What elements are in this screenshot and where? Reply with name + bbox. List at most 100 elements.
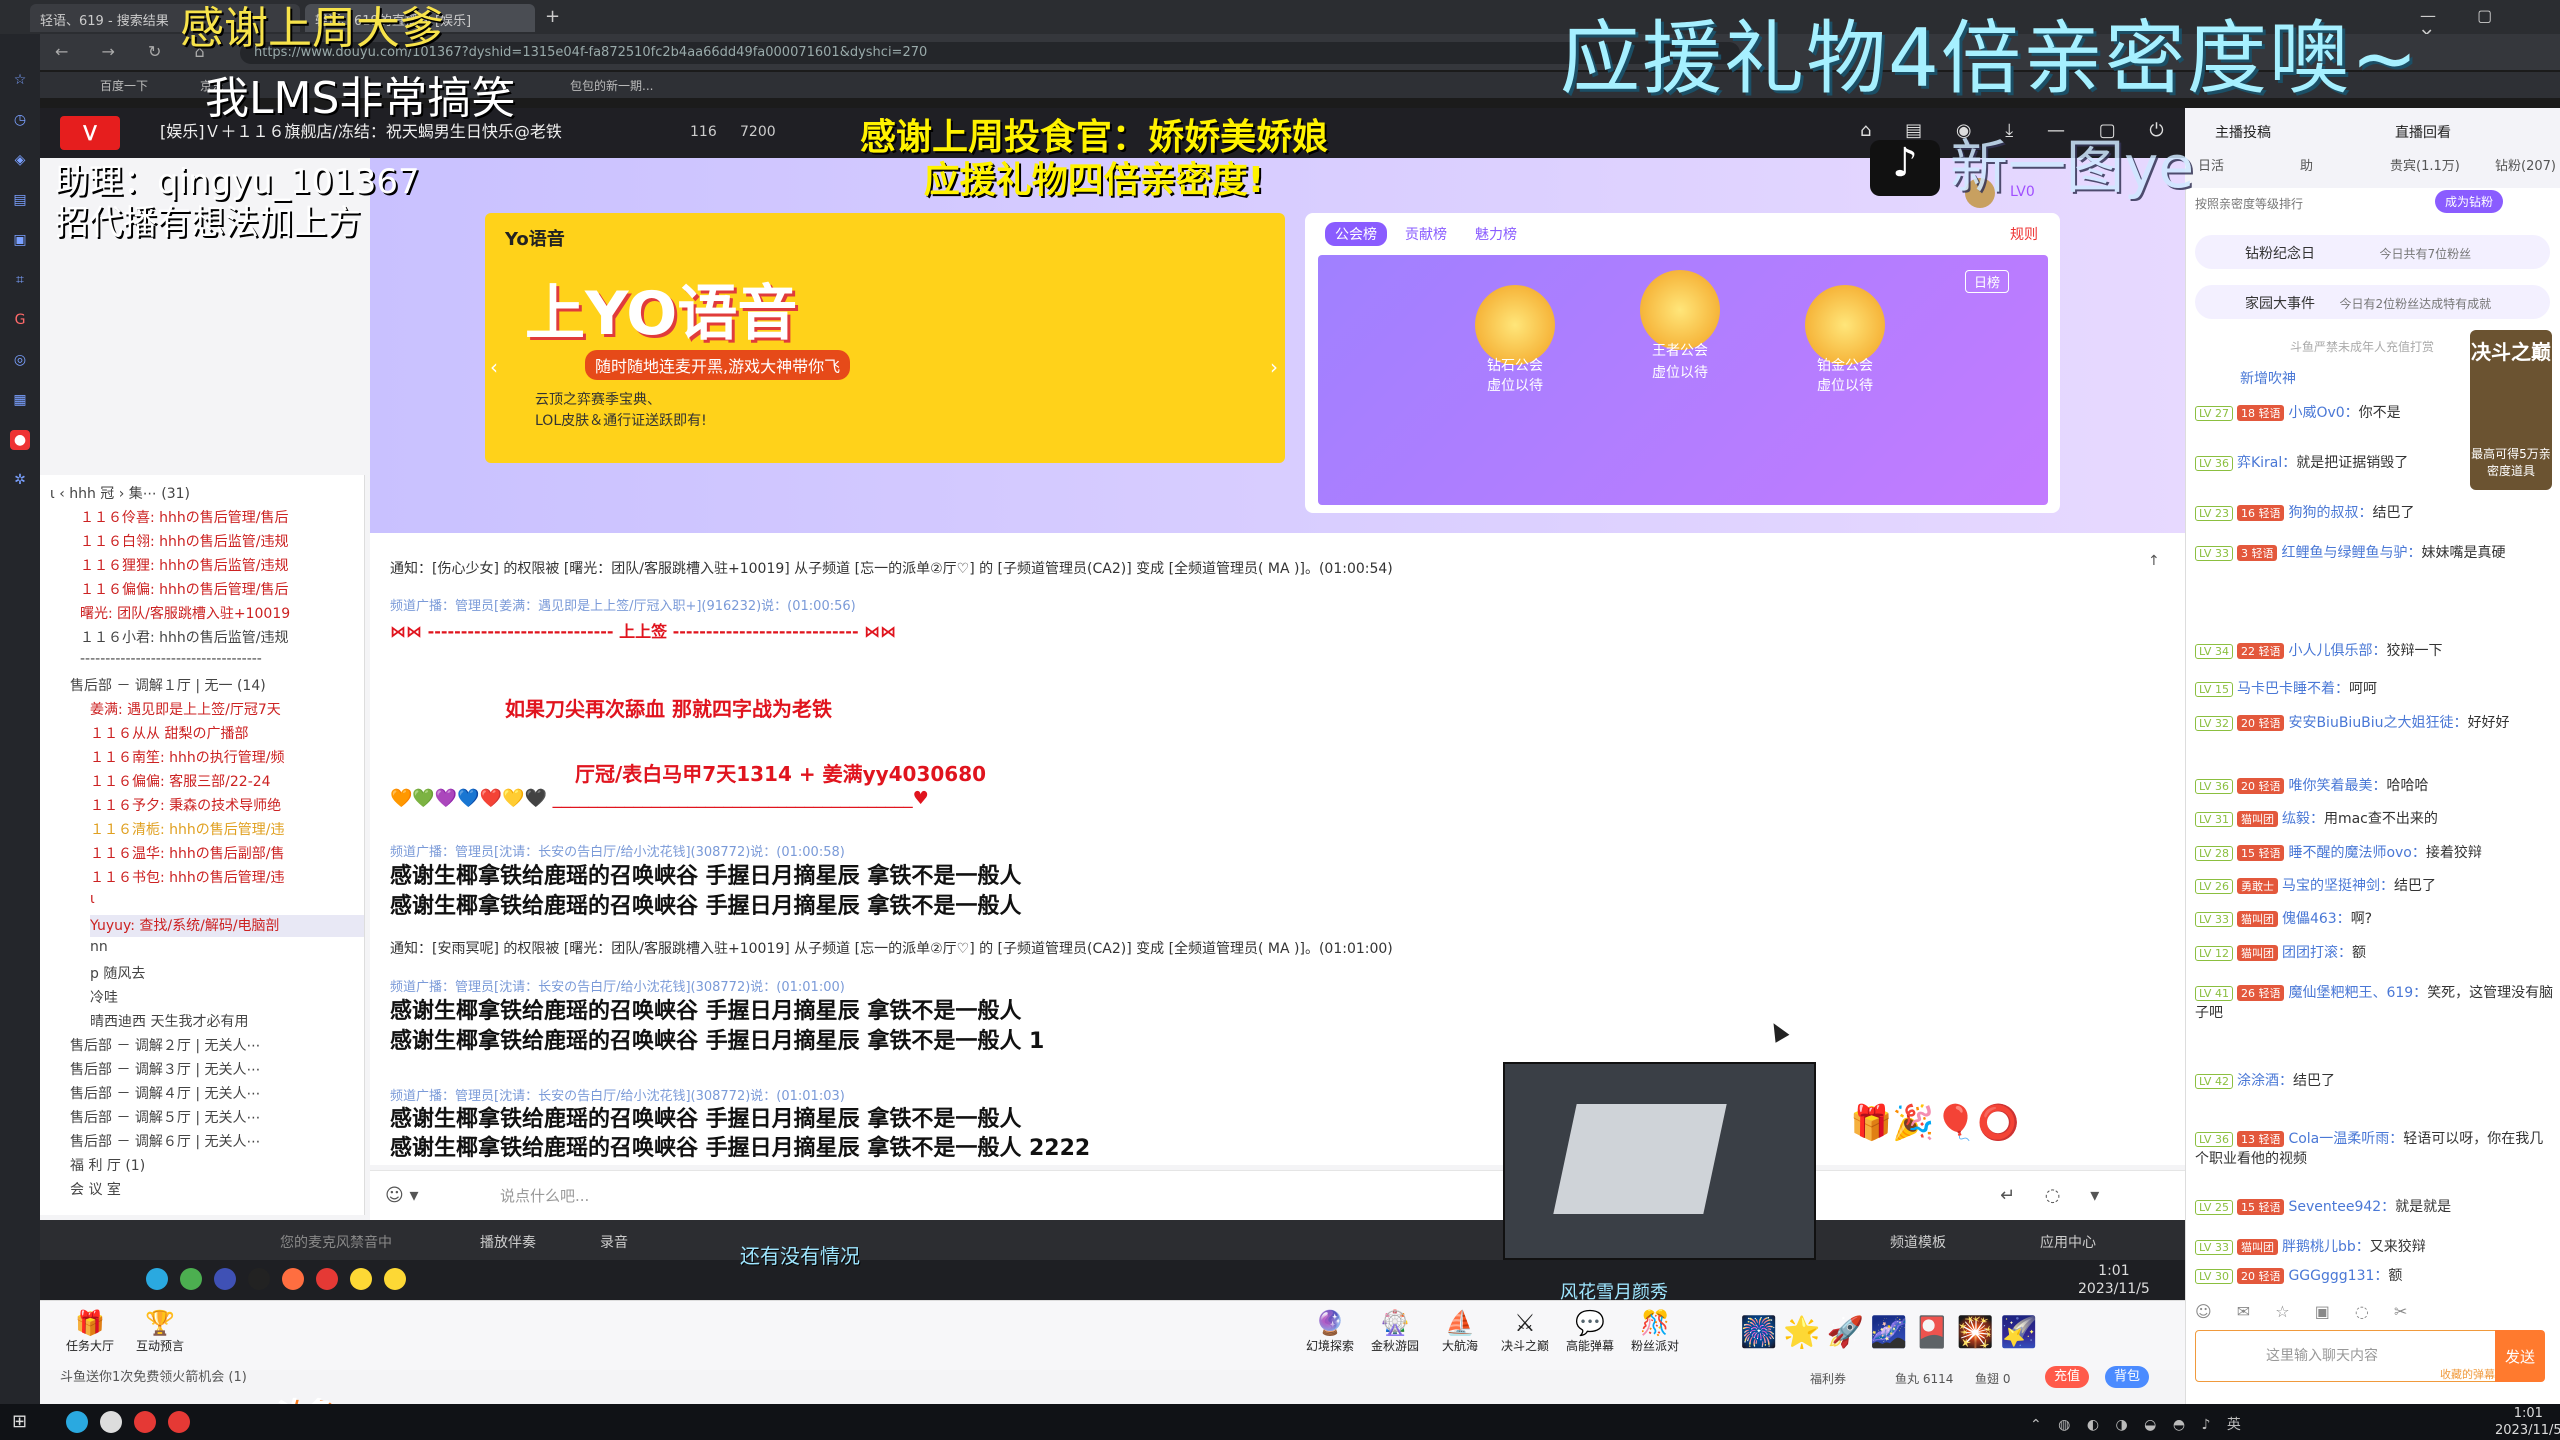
list-item[interactable]: LV 34 22 轻语 小人儿俱乐部：狡辩一下 <box>2195 640 2555 660</box>
list-item[interactable]: １１６伶喜: hhhの售后管理/售后 <box>80 507 364 529</box>
send-button[interactable]: 发送 <box>2495 1330 2545 1382</box>
bag-icon[interactable]: ◈ <box>10 150 30 170</box>
grid-icon[interactable]: ▦ <box>10 390 30 410</box>
list-item[interactable]: LV 12 猫叫团 团团打滚：额 <box>2195 942 2555 962</box>
list-item[interactable]: 曙光: 团队/客服跳槽入驻+10019 <box>80 603 364 625</box>
gift-item[interactable]: ⛵ 大航海 <box>1430 1309 1490 1354</box>
new-tab-icon[interactable]: + <box>545 6 560 27</box>
list-item[interactable]: １１６偏偏: hhhの售后管理/售后 <box>80 579 364 601</box>
saved-danmaku-link[interactable]: 收藏的弹幕 <box>2440 1366 2495 1382</box>
list-item[interactable]: １１６书包: hhhの售后管理/违 <box>90 867 364 889</box>
gift-item[interactable]: 🎊 粉丝派对 <box>1625 1309 1685 1354</box>
list-item[interactable]: 售后部 － 调解１厅 | 无一 (14) <box>70 675 364 697</box>
list-item[interactable]: 售后部 － 调解３厅 | 无关人⋯ <box>70 1059 364 1081</box>
tab-guild-rank[interactable]: 公会榜 <box>1325 222 1387 246</box>
list-item[interactable]: LV 41 26 轻语 魔仙堡粑粑王、619：笑死，这管理没有脑子吧 <box>2195 982 2555 1022</box>
url-field[interactable]: https://www.douyu.com/101367?dyshid=1315… <box>240 42 1740 64</box>
tab-charm-rank[interactable]: 魅力榜 <box>1465 222 1527 246</box>
star-icon[interactable]: ☆ <box>10 70 30 90</box>
welfare-link[interactable]: 福利券 <box>1810 1370 1846 1387</box>
composer-tools-icon[interactable]: ↵ ◌ ▾ <box>2000 1185 2111 1206</box>
list-item[interactable]: LV 36 20 轻语 唯你笑着最美：哈哈哈 <box>2195 775 2555 795</box>
list-item[interactable]: 新增吹神 <box>2240 368 2560 388</box>
chat-tools-icon[interactable]: ☺ ✉ ☆ ▣ ◌ ✂ <box>2195 1302 2417 1321</box>
charge-button[interactable]: 充值 <box>2045 1366 2089 1388</box>
list-item[interactable]: １１６狸狸: hhhの售后监管/违规 <box>80 555 364 577</box>
gift-item[interactable]: 🎡 金秋游园 <box>1365 1309 1425 1354</box>
book-icon[interactable]: ▣ <box>10 230 30 250</box>
taskbar-apps-icon[interactable] <box>140 1268 412 1294</box>
list-item[interactable]: 售后部 － 调解２厅 | 无关人⋯ <box>70 1035 364 1057</box>
tab-daily[interactable]: 日活 <box>2198 155 2224 174</box>
app-center-button[interactable]: 应用中心 <box>2040 1232 2096 1252</box>
chat-input[interactable]: 说点什么吧... <box>500 1185 589 1206</box>
emoji-icon[interactable]: ☺ ▾ <box>385 1185 419 1206</box>
rules-link[interactable]: 规则 <box>2010 224 2038 244</box>
list-header[interactable]: ι ‹ hhh 冠 › 集⋯ (31) <box>50 483 360 505</box>
list-item[interactable]: LV 33 猫叫团 胖鹅桃儿bb：又来狡辩 <box>2195 1236 2555 1256</box>
gift-item[interactable]: 💬 高能弹幕 <box>1560 1309 1620 1354</box>
list-item[interactable]: ι <box>90 891 364 913</box>
list-item[interactable]: １１６小君: hhhの售后监管/违规 <box>80 627 364 649</box>
floating-gift-icons[interactable]: 🎁🎉🎈⭕ <box>1850 1103 2170 1163</box>
list-item[interactable]: 姜满: 遇见即是上上签/厅冠7天 <box>90 699 364 721</box>
interact-button[interactable]: 🏆 互动预言 <box>130 1309 190 1354</box>
tab-vip[interactable]: 贵宾(1.1万) <box>2390 155 2460 174</box>
carousel-prev-icon[interactable]: ‹ <box>490 355 498 379</box>
list-item[interactable]: LV 27 18 轻语 小威Ov0：你不是 <box>2195 402 2555 422</box>
bookmark-misc[interactable]: 包包的新一期... <box>570 77 653 94</box>
list-item[interactable]: １１６清栀: hhhの售后管理/违 <box>90 819 364 841</box>
list-item[interactable]: LV 23 16 轻语 狗狗的叔叔：结巴了 <box>2195 502 2555 522</box>
tab-assistant[interactable]: 助 <box>2300 155 2313 174</box>
become-fan-button[interactable]: 成为钻粉 <box>2435 190 2504 213</box>
gif-icon[interactable]: G <box>10 310 30 330</box>
list-item[interactable]: Yuyuy: 查找/系统/解码/电脑剖 <box>90 915 364 937</box>
list-item[interactable]: LV 26 勇敢士 马宝的坚挺神剑：结巴了 <box>2195 875 2555 895</box>
list-item[interactable]: LV 33 3 轻语 红鲤鱼与绿鲤鱼与驴：妹妹嘴是真硬 <box>2195 542 2555 582</box>
list-item[interactable]: 福 利 厅 (1) <box>70 1155 364 1177</box>
clock-icon[interactable]: ◷ <box>10 110 30 130</box>
scroll-top-icon[interactable]: ↑ <box>2148 553 2160 569</box>
tab-replay[interactable]: 直播回看 <box>2395 122 2451 142</box>
carousel-next-icon[interactable]: › <box>1270 355 1278 379</box>
list-item[interactable]: 冷哇 <box>90 987 364 1009</box>
list-item[interactable]: LV 31 猫叫团 纮毅：用mac查不出来的 <box>2195 808 2555 828</box>
music-button[interactable]: 播放伴奏 <box>480 1232 536 1252</box>
windows-start-icon[interactable]: ⊞ <box>12 1411 27 1432</box>
gift-item[interactable]: ⚔ 决斗之巅 <box>1495 1309 1555 1354</box>
tray-icons-icon[interactable]: ⌃ ◍ ◐ ◑ ◒ ◓ ♪ 英 <box>2030 1414 2247 1434</box>
list-item[interactable]: LV 25 15 轻语 Seventee942：就是就是 <box>2195 1196 2555 1216</box>
list-item[interactable]: １１６白翎: hhhの售后监管/违规 <box>80 531 364 553</box>
target-icon[interactable]: ◎ <box>10 350 30 370</box>
list-item[interactable]: LV 33 猫叫团 傀儡463：啊? <box>2195 908 2555 928</box>
crop-icon[interactable]: ⌗ <box>10 270 30 290</box>
taskbar-apps-icon[interactable] <box>60 1411 196 1437</box>
mic-status[interactable]: 您的麦克风禁音中 <box>280 1232 392 1252</box>
period-select[interactable]: 日榜 <box>1965 270 2010 293</box>
free-gift-notice[interactable]: 斗鱼送你1次免费领火箭机会 (1) <box>60 1366 247 1385</box>
list-item[interactable]: 售后部 － 调解６厅 | 无关人⋯ <box>70 1131 364 1153</box>
list-item[interactable]: p 随风去 <box>90 963 364 985</box>
tab-diamond-fans[interactable]: 钻粉(207) <box>2495 155 2556 174</box>
list-item[interactable]: 售后部 － 调解４厅 | 无关人⋯ <box>70 1083 364 1105</box>
bookmark-baidu[interactable]: 百度一下 <box>100 77 148 94</box>
record-button[interactable]: 录音 <box>600 1232 628 1252</box>
gift-shelf-icon[interactable]: 🎆🌟🚀🌌🎴🎇🌠 <box>1740 1315 2043 1350</box>
list-item[interactable]: LV 42 涂涂酒：结巴了 <box>2195 1070 2555 1090</box>
family-row[interactable]: 家园大事件 今日有2位粉丝达成特有成就 <box>2195 285 2550 319</box>
list-item[interactable]: nn <box>90 939 364 961</box>
list-item[interactable]: LV 30 20 轻语 GGGggg131：额 <box>2195 1265 2555 1285</box>
share-icon[interactable]: ✲ <box>10 470 30 490</box>
list-item[interactable]: １１６南笙: hhhの执行管理/频 <box>90 747 364 769</box>
backpack-button[interactable]: 背包 <box>2105 1366 2149 1388</box>
task-hall-button[interactable]: 🎁 任务大厅 <box>60 1309 120 1354</box>
list-item[interactable]: １１６予夕: 秉森の技术导师绝 <box>90 795 364 817</box>
list-item[interactable]: １１６偏偏: 客服三部/22-24 <box>90 771 364 793</box>
channel-mode-button[interactable]: 频道模板 <box>1890 1232 1946 1252</box>
list-item[interactable]: LV 36 弈Kiral：就是把证据销毁了 <box>2195 452 2555 472</box>
gift-item[interactable]: 🔮 幻境探索 <box>1300 1309 1360 1354</box>
list-item[interactable]: LV 32 20 轻语 安安BiuBiuBiu之大姐狂徒：好好好 <box>2195 712 2555 752</box>
list-item[interactable]: LV 36 13 轻语 Cola一温柔听雨：轻语可以呀，你在我几个职业看他的视频 <box>2195 1128 2555 1168</box>
list-item[interactable]: 售后部 － 调解５厅 | 无关人⋯ <box>70 1107 364 1129</box>
list-item[interactable]: １１６从从 甜梨の广播部 <box>90 723 364 745</box>
